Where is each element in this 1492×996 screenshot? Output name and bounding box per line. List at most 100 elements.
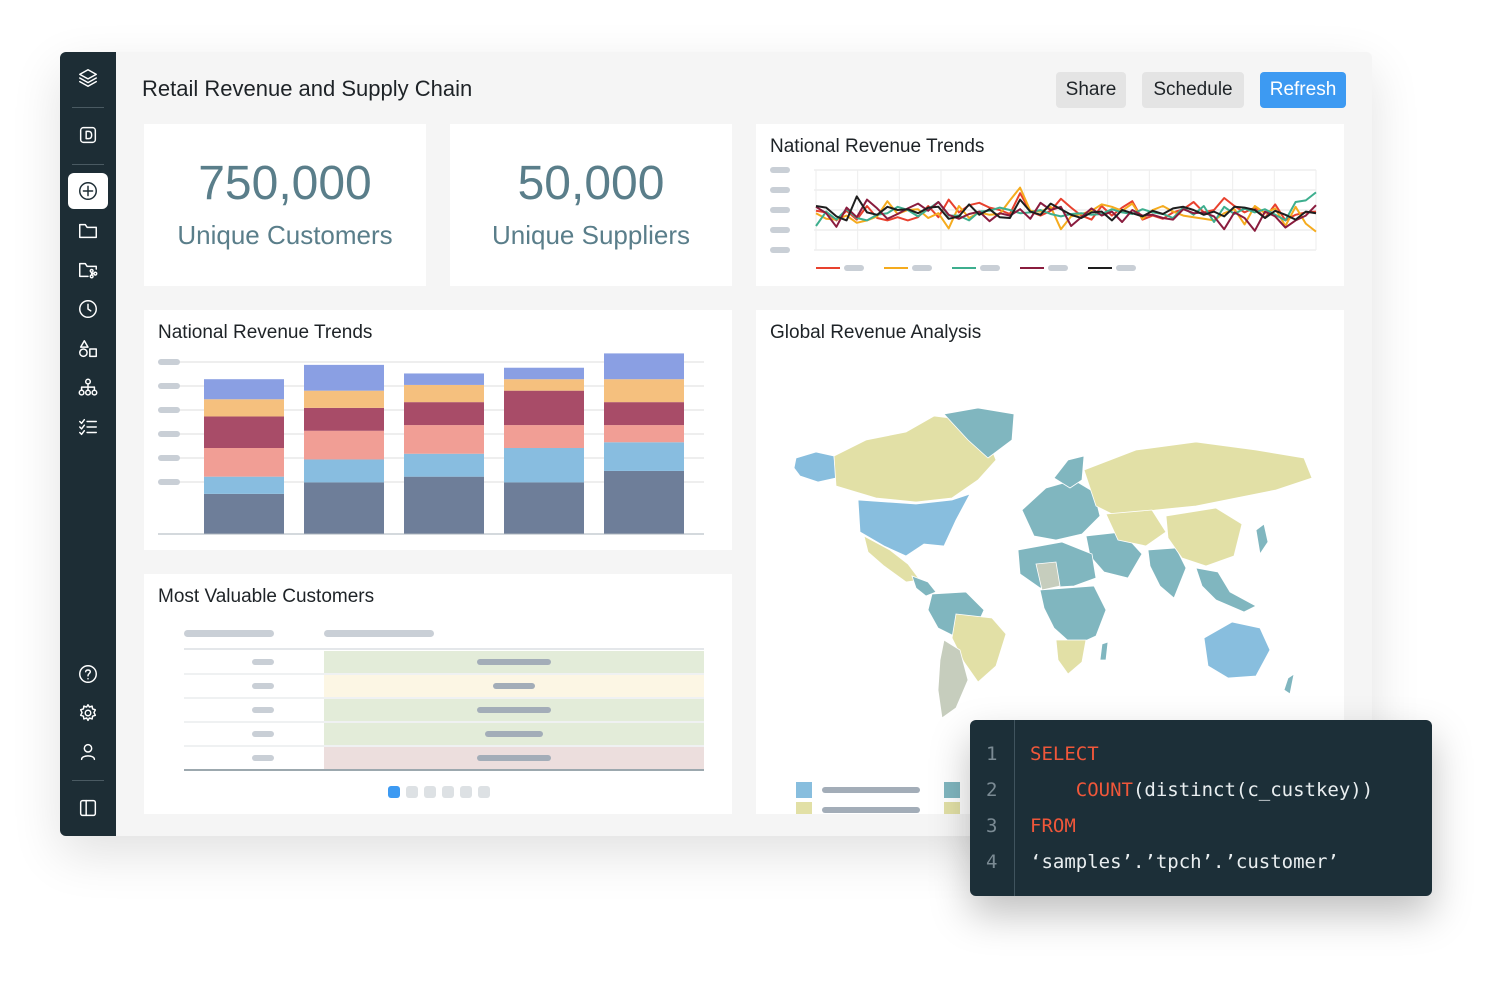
y-tick-label bbox=[770, 167, 790, 173]
bar-segment bbox=[504, 448, 584, 483]
schedule-button[interactable]: Schedule bbox=[1142, 72, 1244, 108]
bar-segment bbox=[504, 482, 584, 534]
line-chart-card: National Revenue Trends bbox=[756, 124, 1344, 286]
folder-branch-icon[interactable] bbox=[68, 252, 108, 288]
bar-chart-card: National Revenue Trends bbox=[144, 310, 732, 550]
layers-icon[interactable] bbox=[68, 60, 108, 96]
bar-segment bbox=[304, 364, 384, 391]
shapes-icon[interactable] bbox=[68, 331, 108, 367]
map-legend-bar bbox=[822, 807, 920, 813]
share-button[interactable]: Share bbox=[1056, 72, 1126, 108]
bar-segment bbox=[204, 493, 284, 534]
checklist-icon[interactable] bbox=[68, 409, 108, 445]
legend-label bbox=[980, 265, 1000, 271]
bar-segment bbox=[504, 367, 584, 380]
y-tick-label bbox=[158, 407, 180, 413]
map-region-japan bbox=[1255, 523, 1269, 556]
bar-chart bbox=[158, 353, 704, 535]
y-tick-label bbox=[158, 455, 180, 461]
line-number: 1 bbox=[986, 743, 998, 765]
bar-segment bbox=[304, 430, 384, 460]
clock-icon[interactable] bbox=[68, 291, 108, 327]
sql-keyword: FROM bbox=[1030, 815, 1076, 837]
bar-segment bbox=[504, 390, 584, 426]
dashboard-d-icon[interactable] bbox=[68, 117, 108, 153]
map-region-alaska bbox=[793, 451, 837, 483]
table-cell bbox=[493, 683, 535, 689]
map-region-central-america bbox=[911, 575, 937, 597]
code-line: SELECT bbox=[1030, 743, 1099, 765]
map-region-europe bbox=[1021, 479, 1101, 541]
refresh-button[interactable]: Refresh bbox=[1260, 72, 1346, 108]
sql-keyword: COUNT bbox=[1030, 779, 1133, 801]
y-tick-label bbox=[770, 247, 790, 253]
bar-segment bbox=[304, 407, 384, 431]
help-icon[interactable] bbox=[68, 656, 108, 692]
kpi-label: Unique Suppliers bbox=[491, 220, 690, 250]
table-cell bbox=[252, 683, 274, 689]
page-dot bbox=[442, 786, 454, 798]
legend-label bbox=[844, 265, 864, 271]
map-region-australia bbox=[1203, 621, 1271, 679]
sql-keyword: SELECT bbox=[1030, 743, 1099, 765]
page-dot bbox=[478, 786, 490, 798]
bar-segment bbox=[404, 425, 484, 454]
kpi-label: Unique Customers bbox=[177, 220, 393, 250]
bar-segment bbox=[404, 476, 484, 534]
hierarchy-icon[interactable] bbox=[68, 370, 108, 406]
map-region-southeast-asia bbox=[1195, 567, 1257, 613]
table-card: Most Valuable Customers bbox=[144, 574, 732, 814]
panel-toggle-icon[interactable] bbox=[68, 790, 108, 826]
folder-icon[interactable] bbox=[68, 213, 108, 249]
page-title: Retail Revenue and Supply Chain bbox=[142, 76, 473, 101]
table-cell bbox=[252, 731, 274, 737]
y-tick-label bbox=[770, 227, 790, 233]
table-cell bbox=[477, 659, 551, 665]
y-tick-label bbox=[158, 479, 180, 485]
page-dot bbox=[406, 786, 418, 798]
map-legend-swatch bbox=[796, 782, 812, 798]
map-region-central-africa bbox=[1039, 585, 1107, 647]
kpi-card-suppliers: 50,000 Unique Suppliers bbox=[450, 124, 732, 286]
page-dot bbox=[460, 786, 472, 798]
map-legend-bar bbox=[822, 787, 920, 793]
table-cell bbox=[252, 659, 274, 665]
sidebar bbox=[60, 52, 116, 836]
bar-segment bbox=[404, 384, 484, 403]
bar-segment bbox=[204, 476, 284, 494]
table-header-cell bbox=[184, 630, 274, 637]
line-number: 2 bbox=[986, 779, 998, 801]
bar-segment bbox=[504, 425, 584, 448]
sql-editor-popup[interactable]: 1 2 3 4 SELECT COUNT(distinct(c_custkey)… bbox=[970, 720, 1432, 896]
bar-segment bbox=[404, 373, 484, 385]
table-header-cell bbox=[324, 630, 434, 637]
line-number: 4 bbox=[986, 851, 998, 873]
bar-segment bbox=[404, 453, 484, 477]
bar-segment bbox=[504, 379, 584, 391]
line-gutter bbox=[1014, 720, 1015, 896]
bar-segment bbox=[604, 470, 684, 534]
y-tick-label bbox=[158, 431, 180, 437]
map-region-southern-africa bbox=[1055, 639, 1087, 675]
y-tick-label bbox=[770, 187, 790, 193]
bar-segment bbox=[604, 379, 684, 403]
map-region-madagascar bbox=[1099, 641, 1109, 661]
bar-segment bbox=[604, 442, 684, 471]
page-dot bbox=[424, 786, 436, 798]
kpi-value: 750,000 bbox=[198, 157, 372, 210]
add-circle-icon[interactable] bbox=[68, 173, 108, 209]
legend-label bbox=[1048, 265, 1068, 271]
map-legend-swatch bbox=[944, 802, 960, 814]
customers-table bbox=[184, 630, 704, 798]
code-line: COUNT(distinct(c_custkey)) bbox=[1030, 779, 1373, 801]
kpi-value: 50,000 bbox=[517, 157, 665, 210]
code-line: FROM bbox=[1030, 815, 1076, 837]
settings-icon[interactable] bbox=[68, 695, 108, 731]
user-icon[interactable] bbox=[68, 734, 108, 770]
bar-segment bbox=[204, 379, 284, 400]
sidebar-divider bbox=[72, 107, 104, 108]
table-cell bbox=[252, 755, 274, 761]
code-line: ‘samples’.’tpch’.’customer’ bbox=[1030, 851, 1339, 873]
page-dot bbox=[388, 786, 400, 798]
y-tick-label bbox=[158, 383, 180, 389]
